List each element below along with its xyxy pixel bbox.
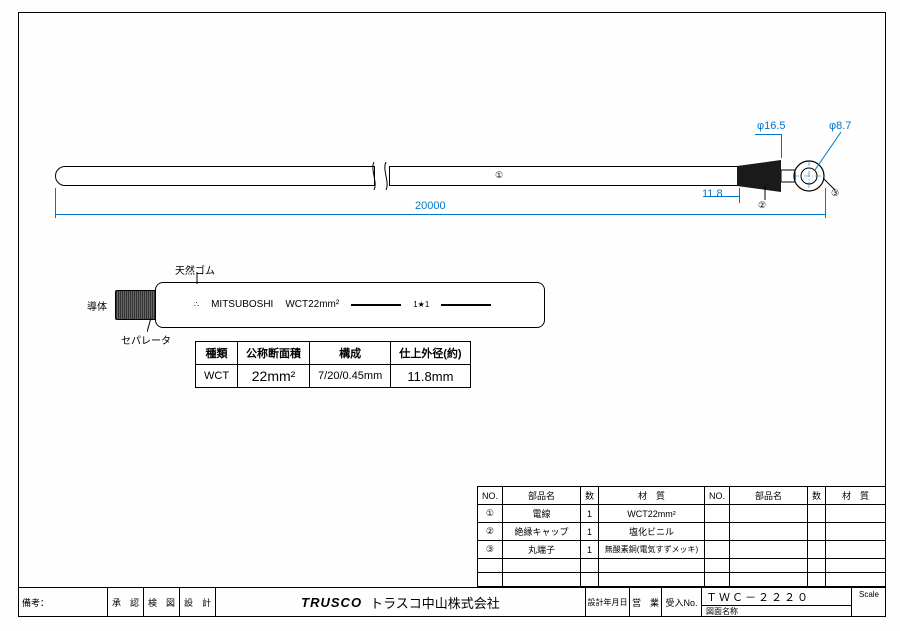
- label-separator: セパレータ: [121, 332, 171, 347]
- marking-line-right: [441, 304, 491, 306]
- tb-business: 営 業: [630, 588, 662, 617]
- p1-no: ①: [477, 505, 502, 523]
- spec-h-comp: 構成: [310, 342, 391, 365]
- dim-ext-plug-left: [739, 188, 740, 203]
- p3-no: ③: [477, 541, 502, 559]
- ph-no: NO.: [477, 487, 502, 505]
- tb-remarks: 備考：: [18, 588, 108, 617]
- p2-no: ②: [477, 523, 502, 541]
- leader-separator: [147, 318, 157, 334]
- trusco-logo: TRUSCO: [301, 595, 362, 610]
- ph-qty2: 数: [807, 487, 825, 505]
- dim-11-8: 11.8: [702, 188, 723, 200]
- p2-qty: 1: [580, 523, 598, 541]
- dim-16-5: φ16.5: [757, 120, 786, 132]
- conductor: [115, 290, 157, 320]
- cable-segment-right: [389, 166, 739, 186]
- p3-name: 丸端子: [502, 541, 580, 559]
- spec-type: WCT: [196, 365, 238, 388]
- drawing-number: ＴＷＣ－２２２０: [702, 589, 851, 606]
- parts-header: NO. 部品名 数 材 質 NO. 部品名 数 材 質: [477, 487, 885, 505]
- p1-mat: WCT22mm²: [598, 505, 704, 523]
- leader-2: [761, 186, 769, 202]
- spec-comp: 7/20/0.45mm: [310, 365, 391, 388]
- tb-check: 検 図: [144, 588, 180, 617]
- title-block: 備考： 承 認 検 図 設 計 TRUSCO トラスコ中山株式会社 設計年月日 …: [18, 587, 886, 617]
- mitsuboshi-logo-icon: ∴: [194, 300, 199, 309]
- ph-name2: 部品名: [729, 487, 807, 505]
- cable-assembly-view: ① 20000 11.8 φ16.5 φ8.7 ②: [55, 148, 865, 238]
- p1-name: 電線: [502, 505, 580, 523]
- spec-h-od: 仕上外径(約): [391, 342, 470, 365]
- parts-row-3: ③ 丸端子 1 無酸素銅(電気すずメッキ): [477, 541, 885, 559]
- dim-line-16-5: [755, 134, 781, 135]
- p1-qty: 1: [580, 505, 598, 523]
- tb-design: 設 計: [180, 588, 216, 617]
- ph-mat2: 材 質: [826, 487, 886, 505]
- tb-scale: Scale: [852, 588, 886, 617]
- ph-no2: NO.: [704, 487, 729, 505]
- p2-name: 絶縁キャップ: [502, 523, 580, 541]
- dim-line-length: [55, 214, 825, 215]
- dim-leader-8-7: [815, 132, 845, 172]
- cable-spec-table: 種類 公称断面積 構成 仕上外径(約) WCT 22mm² 7/20/0.45m…: [195, 341, 471, 388]
- spec-h-area: 公称断面積: [238, 342, 310, 365]
- tb-recipient: 受入No.: [662, 588, 702, 617]
- parts-row-5: [477, 573, 885, 587]
- sheath-size: WCT22mm²: [285, 299, 339, 310]
- parts-row-1: ① 電線 1 WCT22mm²: [477, 505, 885, 523]
- dim-length: 20000: [415, 200, 446, 212]
- company-name: トラスコ中山株式会社: [370, 593, 500, 612]
- p3-mat: 無酸素銅(電気すずメッキ): [598, 541, 704, 559]
- spec-h-type: 種類: [196, 342, 238, 365]
- ph-qty: 数: [580, 487, 598, 505]
- spec-data-row: WCT 22mm² 7/20/0.45mm 11.8mm: [196, 365, 471, 388]
- tb-approve: 承 認: [108, 588, 144, 617]
- drawing-name-label: 図面名称: [702, 606, 851, 617]
- callout-1: ①: [495, 170, 503, 181]
- ph-mat: 材 質: [598, 487, 704, 505]
- ph-name: 部品名: [502, 487, 580, 505]
- parts-list: NO. 部品名 数 材 質 NO. 部品名 数 材 質 ① 電線 1 WCT22…: [477, 486, 886, 587]
- sheath-star: 1★1: [413, 300, 429, 309]
- label-conductor: 導体: [87, 298, 107, 313]
- dim-8-7: φ8.7: [829, 120, 851, 132]
- p2-mat: 塩化ビニル: [598, 523, 704, 541]
- leader-3: [823, 178, 837, 192]
- sheath: ∴ MITSUBOSHI WCT22mm² 1★1: [155, 282, 545, 328]
- marking-line-left: [351, 304, 401, 306]
- tb-date: 設計年月日: [586, 588, 630, 617]
- parts-row-4: [477, 559, 885, 573]
- parts-row-2: ② 絶縁キャップ 1 塩化ビニル: [477, 523, 885, 541]
- spec-area: 22mm²: [238, 365, 310, 388]
- cable-segment-left: [55, 166, 375, 186]
- p3-qty: 1: [580, 541, 598, 559]
- spec-od: 11.8mm: [391, 365, 470, 388]
- dim-ext-right: [825, 188, 826, 218]
- drawing-sheet: ① 20000 11.8 φ16.5 φ8.7 ②: [0, 0, 900, 631]
- leader-rubber: [193, 272, 203, 286]
- dim-ext-16-5: [781, 134, 782, 158]
- sheath-brand: MITSUBOSHI: [211, 299, 273, 310]
- spec-header-row: 種類 公称断面積 構成 仕上外径(約): [196, 342, 471, 365]
